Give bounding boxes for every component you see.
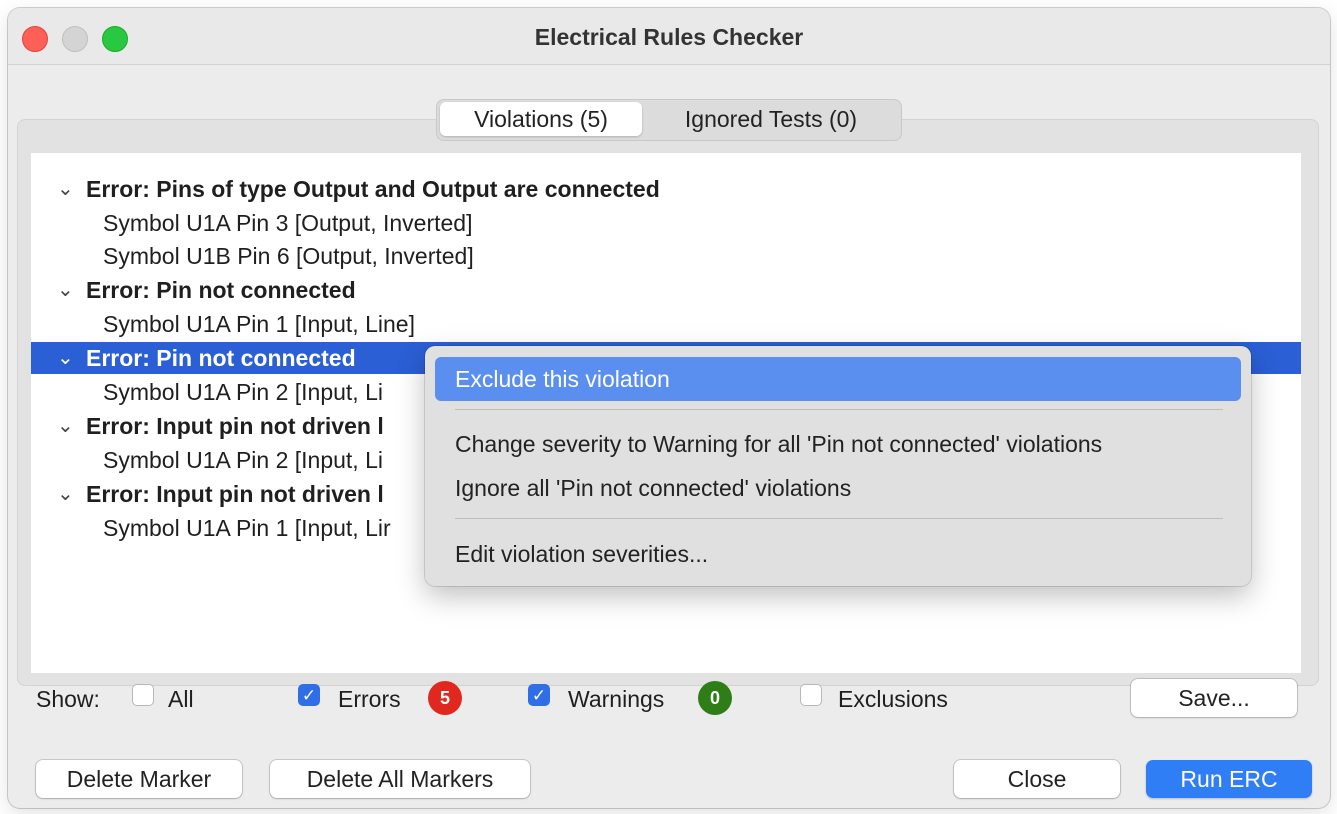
warnings-count-badge: 0 [698,681,732,715]
exclusions-label: Exclusions [838,686,948,712]
tab-bar: Violations (5) Ignored Tests (0) [436,99,902,141]
erc-dialog: Electrical Rules Checker Violations (5) … [8,8,1330,808]
title-bar: Electrical Rules Checker [8,8,1330,65]
chevron-down-icon[interactable]: ⌄ [57,173,74,205]
menu-separator [455,518,1223,519]
exclusions-checkbox[interactable] [800,684,822,706]
violation-label: Error: Input pin not driven l [86,481,384,507]
errors-label: Errors [338,686,401,712]
errors-checkbox[interactable]: ✓ [298,684,320,706]
filter-bar: Show: All ✓ Errors 5 ✓ Warnings 0 Exclus… [8,676,1330,720]
violation-item-label: Symbol U1A Pin 2 [Input, Li [103,379,383,405]
delete-marker-button[interactable]: Delete Marker [36,760,242,798]
errors-count-badge: 5 [428,681,462,715]
menu-item-edit-severities[interactable]: Edit violation severities... [435,532,1241,576]
menu-item-change-severity[interactable]: Change severity to Warning for all 'Pin … [435,422,1241,466]
delete-all-markers-button[interactable]: Delete All Markers [270,760,530,798]
violation-row[interactable]: ⌄ Error: Pin not connected [31,274,1301,306]
violation-label: Error: Input pin not driven l [86,413,384,439]
save-button[interactable]: Save... [1131,679,1297,717]
context-menu: Exclude this violation Change severity t… [425,346,1251,586]
tab-ignored-tests[interactable]: Ignored Tests (0) [649,102,893,136]
run-erc-button[interactable]: Run ERC [1146,760,1312,798]
chevron-down-icon[interactable]: ⌄ [57,410,74,442]
violation-item-label: Symbol U1B Pin 6 [Output, Inverted] [103,243,474,269]
violation-item-row[interactable]: Symbol U1B Pin 6 [Output, Inverted] [31,240,1301,272]
all-checkbox[interactable] [132,684,154,706]
chevron-down-icon[interactable]: ⌄ [57,342,74,374]
violation-item-label: Symbol U1A Pin 1 [Input, Line] [103,311,415,337]
menu-item-ignore-all[interactable]: Ignore all 'Pin not connected' violation… [435,466,1241,510]
close-button[interactable]: Close [954,760,1120,798]
window-title: Electrical Rules Checker [534,24,804,50]
tab-violations[interactable]: Violations (5) [440,102,642,136]
violation-label: Error: Pin not connected [86,277,356,303]
violation-item-label: Symbol U1A Pin 3 [Output, Inverted] [103,210,473,236]
checkmark-icon: ✓ [531,686,547,705]
menu-separator [455,409,1223,410]
chevron-down-icon[interactable]: ⌄ [57,274,74,306]
violation-label: Error: Pins of type Output and Output ar… [86,176,660,202]
violation-item-row[interactable]: Symbol U1A Pin 3 [Output, Inverted] [31,207,1301,239]
violation-item-row[interactable]: Symbol U1A Pin 1 [Input, Line] [31,308,1301,340]
violation-row[interactable]: ⌄ Error: Pins of type Output and Output … [31,173,1301,205]
violation-item-label: Symbol U1A Pin 2 [Input, Li [103,447,383,473]
show-label: Show: [36,686,100,712]
violation-label: Error: Pin not connected [86,345,356,371]
chevron-down-icon[interactable]: ⌄ [57,478,74,510]
menu-item-exclude-violation[interactable]: Exclude this violation [435,357,1241,401]
warnings-checkbox[interactable]: ✓ [528,684,550,706]
all-label: All [168,686,194,712]
warnings-label: Warnings [568,686,665,712]
checkmark-icon: ✓ [301,686,317,705]
violation-item-label: Symbol U1A Pin 1 [Input, Lir [103,515,391,541]
